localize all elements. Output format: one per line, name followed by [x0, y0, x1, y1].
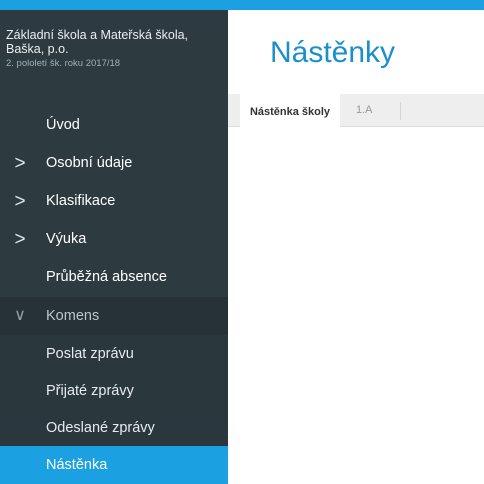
top-accent-bar	[0, 0, 484, 10]
sidebar-item-uvod[interactable]: Úvod	[0, 106, 228, 144]
sidebar-subitem-poslat-zpravu[interactable]: Poslat zprávu	[0, 335, 228, 373]
sidebar-item-label: Poslat zprávu	[46, 346, 134, 362]
sidebar-item-prubezna-absence[interactable]: Průběžná absence	[0, 258, 228, 296]
school-name: Základní škola a Mateřská škola, Baška, …	[6, 28, 189, 56]
sidebar-subitem-odeslane-zpravy[interactable]: Odeslané zprávy	[0, 409, 228, 447]
chevron-right-icon: >	[14, 190, 26, 212]
sidebar-item-label: Klasifikace	[46, 193, 116, 209]
sidebar-item-label: Odeslané zprávy	[46, 420, 155, 436]
chevron-down-icon: ∨	[14, 307, 26, 324]
sidebar-item-komens[interactable]: ∨ Komens	[0, 297, 228, 335]
chevron-right-icon: >	[14, 228, 26, 250]
page-title: Nástěnky	[270, 36, 396, 69]
tab-nastenka-skoly[interactable]: Nástěnka školy	[240, 94, 340, 127]
tab-divider	[400, 102, 401, 120]
sidebar-item-vyuka[interactable]: > Výuka	[0, 220, 228, 258]
sidebar-subitem-nastenka[interactable]: Nástěnka	[0, 446, 228, 484]
sidebar-item-klasifikace[interactable]: > Klasifikace	[0, 182, 228, 220]
sidebar-item-label: Úvod	[46, 117, 80, 133]
school-term: 2. pololetí šk. roku 2017/18	[6, 58, 121, 69]
school-info: Základní škola a Mateřská škola, Baška, …	[6, 28, 221, 70]
sidebar-item-label: Průběžná absence	[46, 269, 167, 285]
tab-1a[interactable]: 1.A	[348, 94, 381, 126]
tab-bar: Nástěnka školy 1.A	[228, 94, 484, 127]
sidebar-item-osobni-udaje[interactable]: > Osobní údaje	[0, 144, 228, 182]
main-content-area	[228, 127, 484, 483]
sidebar-item-label: Přijaté zprávy	[46, 383, 134, 399]
sidebar-item-label: Komens	[46, 308, 100, 324]
sidebar-item-label: Nástěnka	[46, 457, 108, 473]
chevron-right-icon: >	[14, 152, 26, 174]
sidebar-item-label: Výuka	[46, 231, 87, 247]
sidebar-item-label: Osobní údaje	[46, 155, 133, 171]
sidebar-subitem-prijate-zpravy[interactable]: Přijaté zprávy	[0, 372, 228, 410]
